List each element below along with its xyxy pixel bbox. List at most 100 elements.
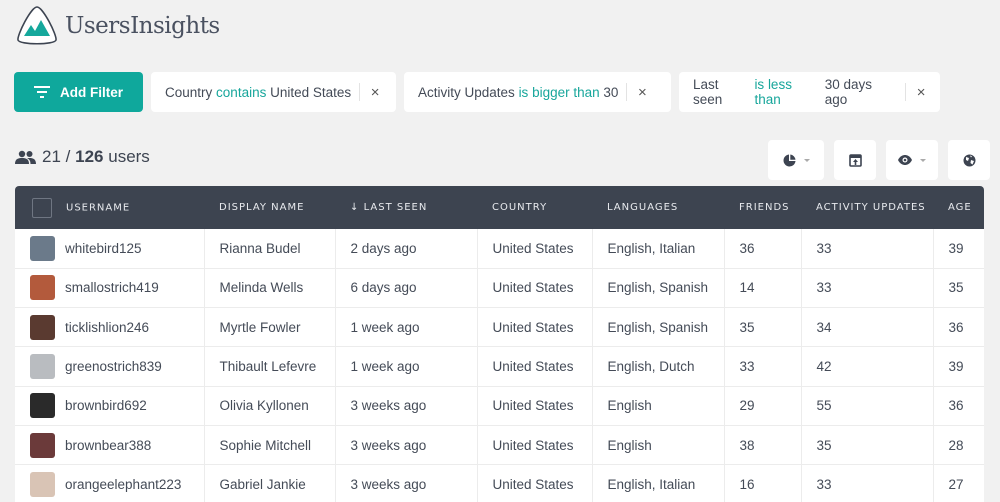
cell-country: United States — [477, 307, 593, 348]
avatar — [30, 275, 55, 301]
shown-count: 21 — [42, 147, 61, 166]
cell-display-name: Sophie Mitchell — [204, 425, 336, 466]
table-row[interactable]: smallostrich419 Melinda Wells 6 days ago Un… — [15, 268, 984, 309]
column-header-friends[interactable]: Friends — [724, 186, 801, 229]
cell-activity-updates: 33 — [801, 229, 934, 269]
column-header-age[interactable]: Age — [933, 186, 984, 229]
cell-languages: English, Italian — [592, 229, 725, 269]
cell-display-name: Thibault Lefevre — [204, 346, 336, 387]
cell-display-name: Gabriel Jankie — [204, 464, 336, 502]
chevron-down-icon — [803, 158, 810, 162]
segments-button[interactable] — [768, 140, 824, 180]
filter-field: Activity Updates — [418, 84, 515, 100]
filter-value: United States — [270, 84, 352, 100]
map-view-button[interactable] — [948, 140, 990, 180]
username-link[interactable]: brownbird692 — [65, 398, 147, 413]
cell-username[interactable]: ticklishlion246 — [15, 307, 205, 348]
filter-operator: is less than — [754, 77, 792, 107]
table-toolbar — [768, 140, 990, 180]
column-header-username[interactable]: Username — [15, 186, 204, 229]
cell-last-seen: 6 days ago — [335, 268, 478, 309]
count-unit: users — [108, 147, 150, 166]
username-link[interactable]: greenostrich839 — [65, 359, 162, 374]
table-row[interactable]: whitebird125 Rianna Budel 2 days ago United… — [15, 229, 984, 269]
cell-last-seen: 2 days ago — [335, 229, 478, 269]
column-header-languages[interactable]: Languages — [592, 186, 724, 229]
cell-age: 39 — [933, 346, 984, 387]
remove-filter-icon[interactable]: × — [914, 84, 928, 101]
username-link[interactable]: whitebird125 — [65, 241, 142, 256]
cell-username[interactable]: orangeelephant223 — [15, 464, 205, 502]
divider — [905, 83, 907, 101]
column-header-country[interactable]: Country — [477, 186, 592, 229]
divider — [626, 83, 628, 101]
columns-visibility-button[interactable] — [886, 140, 938, 180]
sort-desc-icon: ↓ — [350, 202, 360, 213]
table-row[interactable]: brownbear388 Sophie Mitchell 3 weeks ago Un… — [15, 425, 984, 466]
filter-chip-country[interactable]: Country contains United States × — [151, 72, 396, 112]
table-row[interactable]: orangeelephant223 Gabriel Jankie 3 weeks a… — [15, 464, 984, 502]
filter-chip-activity-updates[interactable]: Activity Updates is bigger than 30 × — [404, 72, 671, 112]
filter-bar: Add Filter Country contains United State… — [14, 72, 940, 112]
table-row[interactable]: brownbird692 Olivia Kyllonen 3 weeks ago Un… — [15, 386, 984, 426]
username-link[interactable]: smallostrich419 — [65, 280, 159, 295]
username-link[interactable]: ticklishlion246 — [65, 320, 149, 335]
cell-friends: 29 — [724, 386, 802, 426]
cell-friends: 14 — [724, 268, 802, 309]
filter-operator: is bigger than — [518, 84, 600, 100]
chevron-down-icon — [920, 158, 926, 162]
divider — [359, 83, 361, 101]
cell-languages: English, Italian — [592, 464, 725, 502]
remove-filter-icon[interactable]: × — [368, 84, 382, 101]
table-row[interactable]: ticklishlion246 Myrtle Fowler 1 week ago Un… — [15, 307, 984, 348]
users-table: Username Display Name ↓ Last Seen Countr… — [15, 186, 984, 502]
cell-age: 36 — [933, 386, 984, 426]
avatar — [30, 314, 55, 340]
export-button[interactable] — [834, 140, 876, 180]
cell-username[interactable]: whitebird125 — [15, 229, 205, 269]
avatar — [30, 393, 55, 419]
cell-username[interactable]: smallostrich419 — [15, 268, 205, 309]
table-row[interactable]: greenostrich839 Thibault Lefevre 1 week ag… — [15, 346, 984, 387]
select-all-checkbox[interactable] — [32, 197, 52, 218]
cell-country: United States — [477, 386, 593, 426]
username-link[interactable]: orangeelephant223 — [65, 477, 181, 492]
add-filter-button[interactable]: Add Filter — [14, 72, 143, 112]
cell-display-name: Rianna Budel — [204, 229, 336, 269]
cell-last-seen: 3 weeks ago — [335, 464, 478, 502]
cell-friends: 36 — [724, 229, 802, 269]
cell-last-seen: 3 weeks ago — [335, 386, 478, 426]
column-header-display-name[interactable]: Display Name — [204, 186, 335, 229]
cell-username[interactable]: brownbird692 — [15, 386, 205, 426]
filter-field: Last seen — [693, 77, 723, 107]
cell-languages: English, Spanish — [592, 307, 725, 348]
filter-operator: contains — [216, 84, 267, 100]
cell-display-name: Melinda Wells — [204, 268, 336, 309]
cell-username[interactable]: greenostrich839 — [15, 346, 205, 387]
avatar — [30, 354, 55, 380]
column-header-last-seen[interactable]: ↓ Last Seen — [335, 186, 477, 229]
cell-last-seen: 1 week ago — [335, 307, 478, 348]
cell-age: 36 — [933, 307, 984, 348]
cell-friends: 38 — [724, 425, 802, 466]
cell-languages: English, Spanish — [592, 268, 725, 309]
remove-filter-icon[interactable]: × — [635, 84, 649, 101]
cell-age: 27 — [933, 464, 984, 502]
filter-field: Country — [165, 84, 213, 100]
app-name: UsersInsights — [65, 13, 220, 39]
app-logo: UsersInsights — [15, 5, 220, 47]
cell-username[interactable]: brownbear388 — [15, 425, 205, 466]
cell-activity-updates: 35 — [801, 425, 934, 466]
cell-last-seen: 1 week ago — [335, 346, 478, 387]
cell-country: United States — [477, 464, 593, 502]
table-header-row: Username Display Name ↓ Last Seen Countr… — [15, 186, 984, 229]
username-link[interactable]: brownbear388 — [65, 438, 151, 453]
total-count: 126 — [75, 147, 104, 166]
cell-age: 28 — [933, 425, 984, 466]
avatar — [30, 432, 55, 458]
filter-value: 30 days ago — [824, 77, 873, 107]
column-header-activity-updates[interactable]: Activity Updates — [801, 186, 933, 229]
filter-chip-last-seen[interactable]: Last seen is less than 30 days ago × — [679, 72, 940, 112]
avatar — [30, 471, 55, 497]
mountains-logo-icon — [17, 6, 57, 45]
